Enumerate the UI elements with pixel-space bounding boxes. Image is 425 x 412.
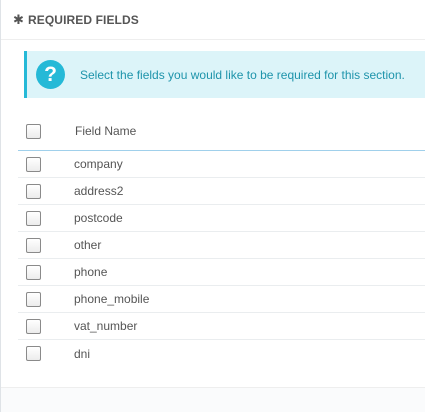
panel-footer <box>1 387 425 412</box>
table-row: vat_number <box>18 313 425 340</box>
asterisk-icon: ✱ <box>13 11 24 27</box>
panel-heading: ✱ REQUIRED FIELDS <box>1 0 425 40</box>
field-checkbox-phone-mobile[interactable] <box>26 291 41 307</box>
field-checkbox-address2[interactable] <box>26 183 41 199</box>
table-row: postcode <box>18 205 425 232</box>
question-icon: ? <box>36 60 65 89</box>
field-name: company <box>74 157 123 171</box>
field-name: address2 <box>74 184 124 198</box>
field-checkbox-phone[interactable] <box>26 264 41 280</box>
field-name: phone_mobile <box>74 292 150 306</box>
field-checkbox-company[interactable] <box>26 156 41 172</box>
field-name: phone <box>74 265 108 279</box>
table-row: phone <box>18 259 425 286</box>
field-checkbox-dni[interactable] <box>26 346 41 361</box>
table-row: address2 <box>18 178 425 205</box>
select-all-cell <box>18 123 74 139</box>
table-row: company <box>18 151 425 178</box>
select-all-checkbox[interactable] <box>26 123 41 139</box>
field-name: vat_number <box>74 319 138 333</box>
table-row: dni <box>18 340 425 367</box>
field-name: dni <box>74 346 91 361</box>
table-row: phone_mobile <box>18 286 425 313</box>
field-name: postcode <box>74 211 123 225</box>
table-row: other <box>18 232 425 259</box>
required-fields-table: Field Name company address2 postcode oth… <box>18 112 425 367</box>
field-checkbox-vat-number[interactable] <box>26 318 41 334</box>
field-checkbox-other[interactable] <box>26 237 41 253</box>
panel-title: REQUIRED FIELDS <box>28 12 139 27</box>
table-header: Field Name <box>18 112 425 151</box>
field-name: other <box>74 238 102 252</box>
field-checkbox-postcode[interactable] <box>26 210 41 226</box>
required-fields-panel: ✱ REQUIRED FIELDS ? Select the fields yo… <box>0 0 425 412</box>
field-name-column-header: Field Name <box>75 124 137 138</box>
info-alert: ? Select the fields you would like to be… <box>24 51 425 98</box>
alert-message: Select the fields you would like to be r… <box>80 67 405 82</box>
